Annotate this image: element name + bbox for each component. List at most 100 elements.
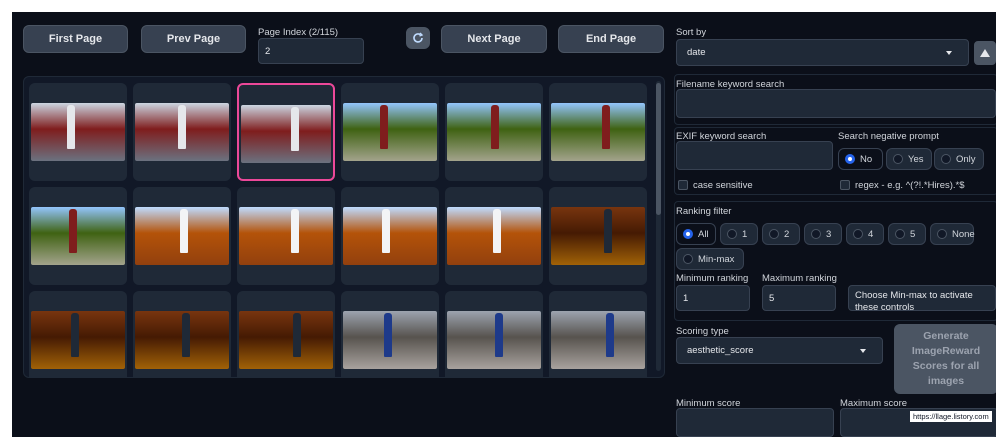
thumbnail-image	[241, 105, 331, 163]
thumbnail-figure	[604, 209, 612, 253]
gallery-thumbnail[interactable]	[445, 187, 543, 285]
thumbnail-figure	[293, 313, 301, 357]
refresh-button[interactable]	[406, 27, 430, 49]
generate-imagereward-button[interactable]: Generate ImageReward Scores for all imag…	[894, 324, 998, 394]
first-page-button[interactable]: First Page	[23, 25, 128, 53]
minmax-hint-box: Choose Min-max to activate these control…	[848, 285, 996, 311]
negative-prompt-option-yes[interactable]: Yes	[886, 148, 932, 170]
radio-icon	[853, 229, 863, 239]
app-window: First Page Prev Page Page Index (2/115) …	[12, 12, 1000, 437]
next-page-button[interactable]: Next Page	[441, 25, 547, 53]
gallery-thumbnail[interactable]	[29, 83, 127, 181]
ranking-option-min-max[interactable]: Min-max	[676, 248, 744, 270]
gallery-thumbnail[interactable]	[341, 83, 439, 181]
ranking-option-4[interactable]: 4	[846, 223, 884, 245]
ranking-option-2[interactable]: 2	[762, 223, 800, 245]
option-label: 4	[868, 228, 874, 240]
prev-page-button[interactable]: Prev Page	[141, 25, 246, 53]
regex-checkbox[interactable]	[840, 180, 850, 190]
option-label: All	[698, 228, 709, 240]
gallery-thumbnail[interactable]	[237, 291, 335, 377]
option-label: 3	[826, 228, 832, 240]
thumbnail-figure	[69, 209, 77, 253]
exif-search-input[interactable]	[676, 141, 833, 170]
gallery-thumbnail[interactable]	[445, 291, 543, 377]
gallery-thumbnail[interactable]	[341, 187, 439, 285]
max-ranking-label: Maximum ranking	[762, 273, 837, 284]
gallery-thumbnail[interactable]	[549, 291, 647, 377]
thumbnail-image	[343, 207, 437, 265]
gallery-thumbnail[interactable]	[549, 187, 647, 285]
regex-label: regex - e.g. ^(?!.*Hires).*$	[855, 180, 965, 191]
thumbnail-figure	[178, 105, 186, 149]
page-index-label: Page Index (2/115)	[258, 27, 339, 38]
sort-direction-button[interactable]	[974, 41, 996, 65]
negative-prompt-option-only[interactable]: Only	[934, 148, 984, 170]
radio-icon	[845, 154, 855, 164]
option-label: No	[860, 153, 873, 165]
end-page-button[interactable]: End Page	[558, 25, 664, 53]
ranking-option-all[interactable]: All	[676, 223, 716, 245]
thumbnail-figure	[67, 105, 75, 149]
option-label: Only	[956, 153, 976, 165]
page-index-input[interactable]: 2	[258, 38, 364, 64]
image-gallery	[23, 76, 665, 378]
sort-by-dropdown[interactable]: date	[676, 39, 969, 66]
min-score-input[interactable]	[676, 408, 834, 437]
gallery-thumbnail[interactable]	[445, 83, 543, 181]
max-ranking-input[interactable]: 5	[762, 285, 836, 311]
thumbnail-image	[31, 103, 125, 161]
thumbnail-figure	[602, 105, 610, 149]
radio-icon	[937, 229, 947, 239]
thumbnail-image	[239, 207, 333, 265]
triangle-up-icon	[980, 49, 990, 57]
case-sensitive-checkbox[interactable]	[678, 180, 688, 190]
gallery-thumbnail[interactable]	[133, 291, 231, 377]
gallery-thumbnail[interactable]	[237, 83, 335, 181]
thumbnail-figure	[291, 209, 299, 253]
negative-prompt-option-no[interactable]: No	[838, 148, 883, 170]
window-edge	[996, 12, 1000, 437]
thumbnail-figure	[491, 105, 499, 149]
filename-search-input[interactable]	[676, 89, 996, 118]
scoring-type-label: Scoring type	[676, 326, 729, 337]
thumbnail-figure	[291, 107, 299, 151]
ranking-filter-label: Ranking filter	[676, 206, 732, 217]
min-ranking-label: Minimum ranking	[676, 273, 749, 284]
radio-icon	[941, 154, 951, 164]
min-ranking-input[interactable]: 1	[676, 285, 750, 311]
thumbnail-figure	[380, 105, 388, 149]
sort-by-value: date	[687, 47, 706, 58]
thumbnail-figure	[606, 313, 614, 357]
scoring-type-dropdown[interactable]: aesthetic_score	[676, 337, 883, 364]
radio-icon	[727, 229, 737, 239]
ranking-option-1[interactable]: 1	[720, 223, 758, 245]
radio-icon	[811, 229, 821, 239]
thumbnail-figure	[493, 209, 501, 253]
gallery-thumbnail[interactable]	[133, 187, 231, 285]
gallery-thumbnail[interactable]	[549, 83, 647, 181]
thumbnail-image	[343, 103, 437, 161]
radio-icon	[893, 154, 903, 164]
thumbnail-figure	[382, 209, 390, 253]
radio-icon	[769, 229, 779, 239]
gallery-thumbnail[interactable]	[237, 187, 335, 285]
option-label: None	[952, 228, 975, 240]
thumbnail-image	[551, 311, 645, 369]
gallery-scrollbar-thumb[interactable]	[656, 83, 661, 215]
thumbnail-image	[31, 207, 125, 265]
chevron-down-icon	[860, 349, 866, 353]
thumbnail-figure	[495, 313, 503, 357]
option-label: Yes	[908, 153, 924, 165]
gallery-thumbnail[interactable]	[29, 291, 127, 377]
gallery-thumbnail[interactable]	[29, 187, 127, 285]
gallery-thumbnail[interactable]	[133, 83, 231, 181]
thumbnail-image	[551, 207, 645, 265]
ranking-option-5[interactable]: 5	[888, 223, 926, 245]
radio-icon	[683, 254, 693, 264]
ranking-option-3[interactable]: 3	[804, 223, 842, 245]
ranking-option-none[interactable]: None	[930, 223, 975, 245]
gallery-thumbnail[interactable]	[341, 291, 439, 377]
watermark-text: https://llage.listory.com	[910, 411, 992, 422]
sort-by-label: Sort by	[676, 27, 707, 38]
